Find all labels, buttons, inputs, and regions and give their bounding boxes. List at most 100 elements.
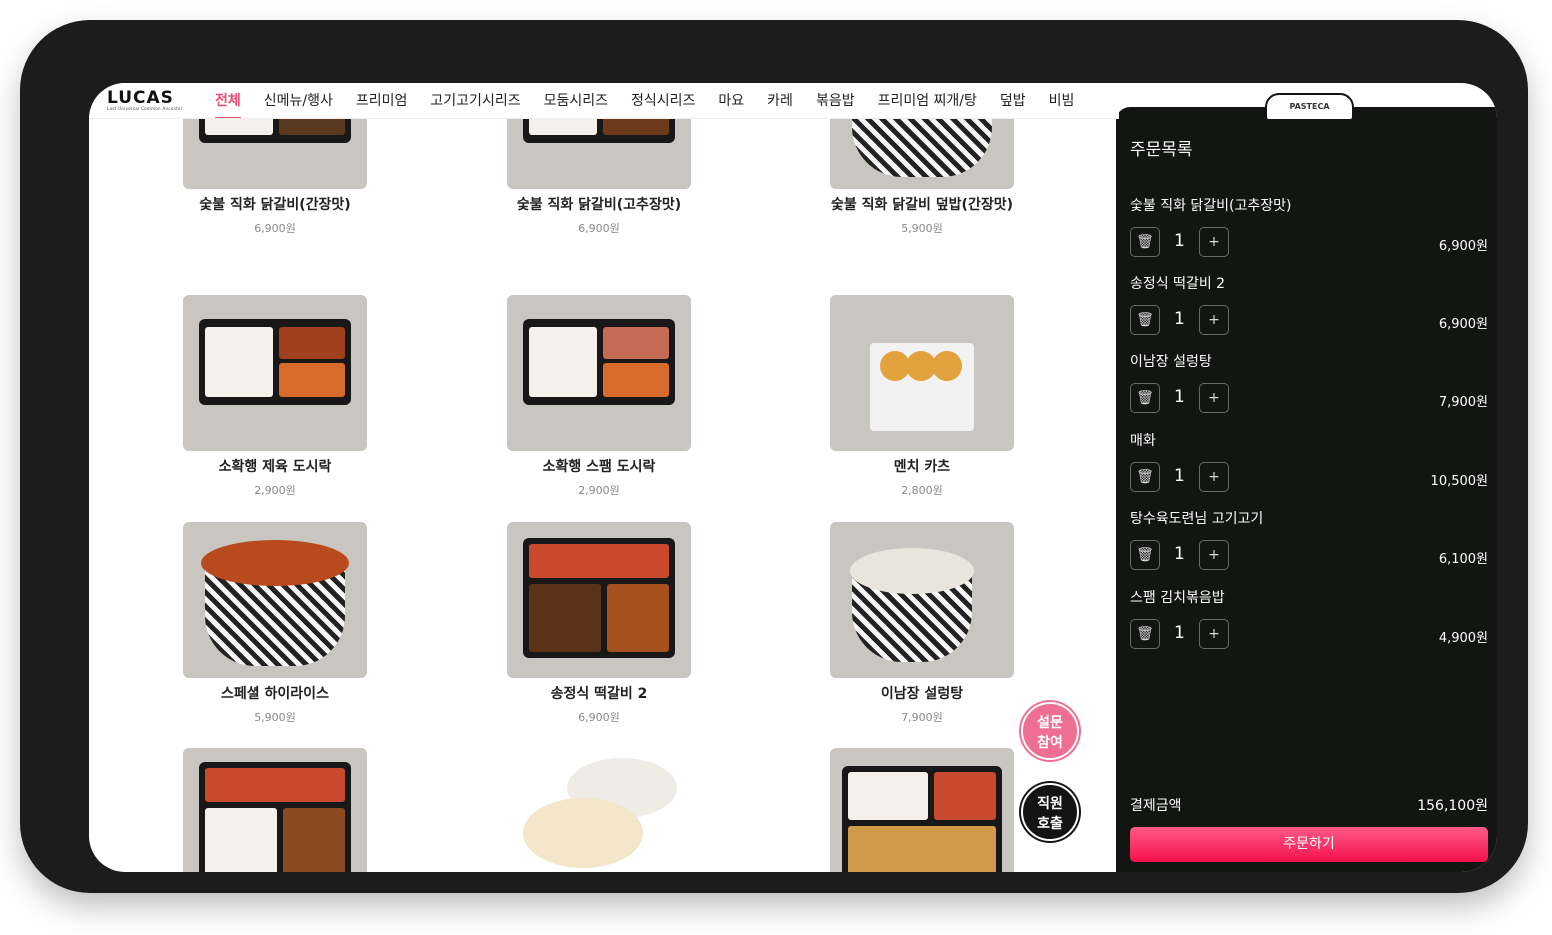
trash-icon[interactable]: 🗑 — [1130, 227, 1160, 257]
order-item-price: 10,500원 — [1430, 474, 1488, 489]
tray-image — [842, 766, 1002, 872]
logo-text: LUCAS — [107, 88, 174, 108]
order-item-qty: 1 — [1174, 623, 1185, 643]
menu-name: 소확행 스팸 도시락 — [542, 459, 656, 475]
menu-name: 숯불 직화 닭갈비 덮밥(간장맛) — [831, 197, 1013, 213]
total-label: 결제금액 — [1130, 798, 1182, 814]
tab-bibim[interactable]: 비빔 — [1049, 84, 1075, 118]
plus-icon[interactable]: + — [1199, 383, 1229, 413]
menu-thumbnail — [183, 522, 367, 678]
order-submit-button[interactable]: 주문하기 — [1130, 827, 1488, 862]
menu-thumbnail — [183, 748, 367, 872]
menu-name: 송정식 떡갈비 2 — [550, 686, 648, 702]
order-item-qty: 1 — [1174, 309, 1185, 329]
menu-thumbnail — [830, 748, 1014, 872]
order-item: 탕수육도련님 고기고기 🗑 1 + 6,100원 — [1130, 508, 1488, 586]
tab-rice-bowl[interactable]: 덮밥 — [1000, 84, 1026, 118]
menu-thumbnail — [183, 295, 367, 451]
plus-icon[interactable]: + — [1199, 619, 1229, 649]
tablet-frame: 숯불 직화 닭갈비(간장맛) 6,900원 숯불 직화 닭갈비(고추장맛) 6,… — [20, 20, 1528, 893]
menu-name: 스페셜 하이라이스 — [221, 686, 329, 702]
order-item-qty: 1 — [1174, 231, 1185, 251]
order-title: 주문목록 — [1130, 140, 1193, 160]
menu-thumbnail — [830, 295, 1014, 451]
survey-label-2: 참여 — [1037, 735, 1063, 751]
lucas-logo: LUCAS Last Universal Common Ancestor — [107, 88, 189, 112]
order-item-qty: 1 — [1174, 466, 1185, 486]
survey-button[interactable]: 설문 참여 — [1021, 702, 1079, 760]
tab-premium-stew[interactable]: 프리미엄 찌개/탕 — [878, 84, 977, 118]
menu-price: 2,800원 — [901, 484, 943, 497]
menu-name: 멘치 카츠 — [893, 459, 951, 475]
trash-icon[interactable]: 🗑 — [1130, 462, 1160, 492]
menu-price: 7,900원 — [901, 711, 943, 724]
menu-thumbnail — [830, 522, 1014, 678]
tab-assorted-series[interactable]: 모둠시리즈 — [544, 84, 608, 118]
menu-price: 6,900원 — [254, 222, 296, 235]
order-item-name: 스팸 김치볶음밥 — [1130, 590, 1225, 606]
tray-image — [523, 319, 675, 405]
menu-name: 이남장 설렁탕 — [880, 686, 964, 702]
plus-icon[interactable]: + — [1199, 227, 1229, 257]
menu-name: 소확행 제육 도시락 — [218, 459, 332, 475]
trash-icon[interactable]: 🗑 — [1130, 383, 1160, 413]
total-value: 156,100원 — [1417, 798, 1488, 814]
tab-all[interactable]: 전체 — [215, 84, 241, 118]
plus-icon[interactable]: + — [1199, 462, 1229, 492]
tray-image — [199, 319, 351, 405]
order-item: 매화 🗑 1 + 10,500원 — [1130, 430, 1488, 508]
menu-price: 5,900원 — [254, 711, 296, 724]
order-item-price: 4,900원 — [1438, 631, 1488, 646]
tab-new-events[interactable]: 신메뉴/행사 — [264, 84, 333, 118]
menu-price: 5,900원 — [901, 222, 943, 235]
menu-price: 6,900원 — [578, 711, 620, 724]
order-item-name: 숯불 직화 닭갈비(고추장맛) — [1130, 198, 1292, 214]
trash-icon[interactable]: 🗑 — [1130, 305, 1160, 335]
plus-icon[interactable]: + — [1199, 540, 1229, 570]
order-item-price: 7,900원 — [1438, 395, 1488, 410]
order-item: 숯불 직화 닭갈비(고추장맛) 🗑 1 + 6,900원 — [1130, 195, 1488, 273]
category-tabs: 전체 신메뉴/행사 프리미엄 고기고기시리즈 모둠시리즈 정식시리즈 마요 카레… — [215, 84, 1097, 118]
tray-image — [199, 762, 351, 872]
logo-tagline: Last Universal Common Ancestor — [107, 106, 183, 111]
menu-name: 숯불 직화 닭갈비(고추장맛) — [516, 197, 682, 213]
order-item-price: 6,900원 — [1438, 317, 1488, 332]
order-item: 스팸 김치볶음밥 🗑 1 + 4,900원 — [1130, 587, 1488, 665]
menu-thumbnail — [507, 295, 691, 451]
tab-mayo[interactable]: 마요 — [718, 84, 744, 118]
order-item: 송정식 떡갈비 2 🗑 1 + 6,900원 — [1130, 273, 1488, 351]
menu-price: 2,900원 — [254, 484, 296, 497]
trash-icon[interactable]: 🗑 — [1130, 619, 1160, 649]
order-item-name: 탕수육도련님 고기고기 — [1130, 511, 1264, 527]
staff-label-1: 직원 — [1037, 796, 1063, 812]
screen: 숯불 직화 닭갈비(간장맛) 6,900원 숯불 직화 닭갈비(고추장맛) 6,… — [89, 83, 1497, 872]
order-panel: 주문목록 숯불 직화 닭갈비(고추장맛) 🗑 1 + 6,900원 송정식 떡갈… — [1116, 107, 1497, 872]
tray-image — [523, 538, 675, 658]
order-item-price: 6,100원 — [1438, 552, 1488, 567]
order-item-name: 송정식 떡갈비 2 — [1130, 276, 1226, 292]
order-item-price: 6,900원 — [1438, 239, 1488, 254]
menu-price: 6,900원 — [578, 222, 620, 235]
order-item-name: 매화 — [1130, 433, 1156, 449]
tab-fried-rice[interactable]: 볶음밥 — [816, 84, 855, 118]
tab-premium[interactable]: 프리미엄 — [356, 84, 408, 118]
survey-label-1: 설문 — [1037, 715, 1063, 731]
menu-grid: 숯불 직화 닭갈비(간장맛) 6,900원 숯불 직화 닭갈비(고추장맛) 6,… — [89, 83, 1119, 872]
top-nav: LUCAS Last Universal Common Ancestor 전체 … — [89, 83, 1119, 119]
order-item-qty: 1 — [1174, 387, 1185, 407]
staff-call-button[interactable]: 직원 호출 — [1021, 783, 1079, 841]
tab-set-meal-series[interactable]: 정식시리즈 — [631, 84, 695, 118]
menu-thumbnail — [507, 522, 691, 678]
pasteca-logo: PASTECA — [1265, 93, 1354, 121]
plus-icon[interactable]: + — [1199, 305, 1229, 335]
trash-icon[interactable]: 🗑 — [1130, 540, 1160, 570]
order-item-qty: 1 — [1174, 544, 1185, 564]
menu-thumbnail — [507, 748, 691, 872]
menu-name: 숯불 직화 닭갈비(간장맛) — [199, 197, 351, 213]
order-item: 이남장 설렁탕 🗑 1 + 7,900원 — [1130, 351, 1488, 429]
staff-label-2: 호출 — [1037, 816, 1063, 832]
order-item-name: 이남장 설렁탕 — [1130, 354, 1212, 370]
menu-price: 2,900원 — [578, 484, 620, 497]
tab-meat-series[interactable]: 고기고기시리즈 — [430, 84, 520, 118]
tab-curry[interactable]: 카레 — [767, 84, 793, 118]
